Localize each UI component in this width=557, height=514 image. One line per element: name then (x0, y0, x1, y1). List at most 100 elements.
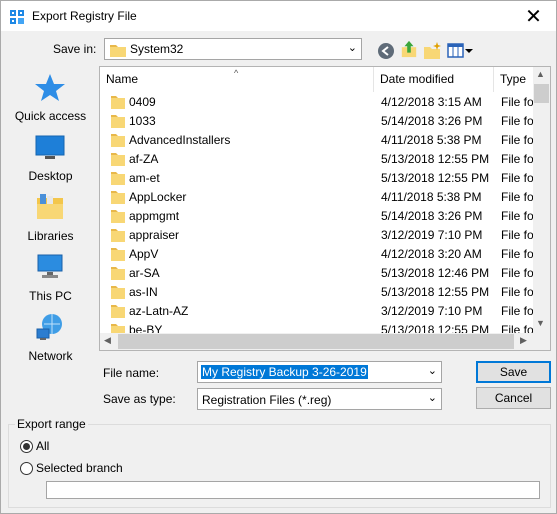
file-name-cell: appraiser (129, 228, 180, 242)
new-folder-icon[interactable] (423, 42, 441, 60)
file-name-cell: az-Latn-AZ (129, 304, 189, 318)
vertical-scroll-thumb[interactable] (534, 84, 549, 103)
column-header-name[interactable]: Name ^ (100, 67, 374, 92)
file-row[interactable]: AdvancedInstallers 4/11/2018 5:38 PM File … (100, 131, 537, 150)
file-name-cell: AdvancedInstallers (129, 133, 231, 147)
place-label: Desktop (28, 169, 73, 183)
folder-icon (110, 45, 126, 57)
place-desktop[interactable]: Desktop (6, 126, 95, 183)
folder-icon (111, 171, 125, 188)
file-name-cell: AppLocker (129, 190, 187, 204)
file-date-cell: 4/11/2018 5:38 PM (381, 190, 482, 204)
save-as-type-dropdown[interactable]: Registration Files (*.reg) ⌄ (197, 388, 442, 410)
place-label: This PC (29, 289, 72, 303)
file-name-cell: as-IN (129, 285, 158, 299)
file-type-cell: File fol (501, 285, 537, 299)
file-date-cell: 5/14/2018 3:26 PM (381, 114, 483, 128)
place-this-pc[interactable]: This PC (6, 246, 95, 303)
file-row[interactable]: AppV 4/12/2018 3:20 AM File fol (100, 245, 537, 264)
radio-selected-branch[interactable] (20, 462, 33, 475)
radio-all[interactable] (20, 440, 33, 453)
file-name-cell: 1033 (129, 114, 156, 128)
window-title: Export Registry File (32, 9, 137, 23)
up-folder-icon[interactable] (400, 40, 418, 58)
file-date-cell: 5/13/2018 12:46 PM (381, 266, 490, 280)
cancel-button[interactable]: Cancel (476, 387, 551, 409)
folder-icon (111, 133, 125, 150)
file-row[interactable]: az-Latn-AZ 3/12/2019 7:10 PM File fol (100, 302, 537, 321)
place-label: Network (28, 349, 73, 363)
save-as-type-value: Registration Files (*.reg) (202, 393, 332, 407)
sort-ascending-icon: ^ (234, 68, 239, 78)
scroll-up-arrow-icon[interactable]: ▲ (536, 69, 545, 79)
horizontal-scroll-thumb[interactable] (118, 334, 514, 349)
file-row[interactable]: am-et 5/13/2018 12:55 PM File fol (100, 169, 537, 188)
file-name-cell: 0409 (129, 95, 156, 109)
place-quick-access[interactable]: Quick access (6, 66, 95, 123)
file-date-cell: 4/12/2018 3:15 AM (381, 95, 482, 109)
file-type-cell: File fol (501, 133, 537, 147)
scroll-right-arrow-icon[interactable]: ▶ (520, 335, 527, 346)
file-row[interactable]: 1033 5/14/2018 3:26 PM File fol (100, 112, 537, 131)
file-row[interactable]: appmgmt 5/14/2018 3:26 PM File fol (100, 207, 536, 226)
radio-all-label[interactable]: All (36, 439, 49, 453)
file-name-cell: af-ZA (129, 152, 159, 166)
file-date-cell: 5/13/2018 12:55 PM (381, 171, 490, 185)
scroll-down-arrow-icon[interactable]: ▼ (536, 318, 545, 328)
file-row[interactable]: 0409 4/12/2018 3:15 AM File fol (100, 93, 536, 112)
save-in-value: System32 (130, 42, 184, 56)
file-type-cell: File fol (501, 304, 537, 318)
chevron-down-icon: ⌄ (427, 392, 437, 404)
file-list[interactable]: Name ^ Date modified Type 0409 4/12/2018 … (99, 66, 551, 351)
place-network[interactable]: Network (6, 306, 95, 363)
file-type-cell: File fol (501, 190, 537, 204)
file-name-cell: am-et (129, 171, 160, 185)
file-row[interactable]: appraiser 3/12/2019 7:10 PM File fol (100, 226, 536, 245)
scroll-left-arrow-icon[interactable]: ◀ (104, 335, 111, 346)
file-date-cell: 4/12/2018 3:20 AM (381, 247, 482, 261)
folder-icon (111, 228, 125, 245)
chevron-down-icon: ⌄ (347, 42, 357, 54)
radio-selected-dot (23, 443, 30, 450)
folder-icon (111, 247, 125, 264)
column-name-label: Name (106, 72, 139, 86)
file-row[interactable]: ar-SA 5/13/2018 12:46 PM File fol (100, 264, 537, 283)
radio-selected-branch-label[interactable]: Selected branch (36, 461, 123, 475)
file-type-cell: File fol (501, 247, 537, 261)
file-date-cell: 4/11/2018 5:38 PM (381, 133, 482, 147)
place-libraries[interactable]: Libraries (6, 186, 95, 243)
file-type-cell: File fol (501, 114, 537, 128)
column-header-date[interactable]: Date modified (374, 67, 494, 92)
place-label: Quick access (14, 109, 87, 123)
libraries-icon (37, 194, 63, 219)
view-menu-icon[interactable] (447, 42, 473, 60)
registry-editor-icon (10, 10, 24, 24)
file-date-cell: 5/13/2018 12:55 PM (381, 152, 490, 166)
file-row[interactable]: af-ZA 5/13/2018 12:55 PM File fol (100, 150, 537, 169)
selected-branch-input[interactable] (46, 481, 540, 499)
file-type-cell: File fol (501, 171, 537, 185)
export-registry-dialog: Export Registry File ✕ Save in: System32… (0, 0, 557, 514)
close-button[interactable]: ✕ (511, 1, 556, 31)
file-date-cell: 3/12/2019 7:10 PM (381, 228, 483, 242)
save-button[interactable]: Save (476, 361, 551, 383)
file-type-cell: File fol (501, 266, 537, 280)
place-label: Libraries (27, 229, 74, 243)
file-row[interactable]: AppLocker 4/11/2018 5:38 PM File fol (100, 188, 537, 207)
file-row[interactable]: as-IN 5/13/2018 12:55 PM File fol (100, 283, 537, 302)
file-date-cell: 5/13/2018 12:55 PM (381, 285, 490, 299)
file-name-value: My Registry Backup 3-26-2019 (201, 365, 368, 379)
save-as-type-label: Save as type: (103, 392, 176, 406)
file-name-input[interactable]: My Registry Backup 3-26-2019 ⌄ (197, 361, 442, 383)
file-date-cell: 3/12/2019 7:10 PM (381, 304, 483, 318)
back-icon[interactable] (377, 42, 395, 60)
file-name-cell: appmgmt (129, 209, 180, 223)
file-type-cell: File fol (501, 152, 537, 166)
column-type-label: Type (500, 72, 527, 86)
horizontal-scrollbar[interactable]: ◀ ▶ (100, 333, 550, 350)
desktop-icon (35, 135, 65, 159)
save-in-dropdown[interactable]: System32 ⌄ (104, 38, 362, 60)
vertical-scrollbar[interactable]: ▲ ▼ (533, 67, 550, 334)
export-range-title: Export range (15, 417, 88, 431)
chevron-down-icon[interactable]: ⌄ (428, 364, 437, 377)
